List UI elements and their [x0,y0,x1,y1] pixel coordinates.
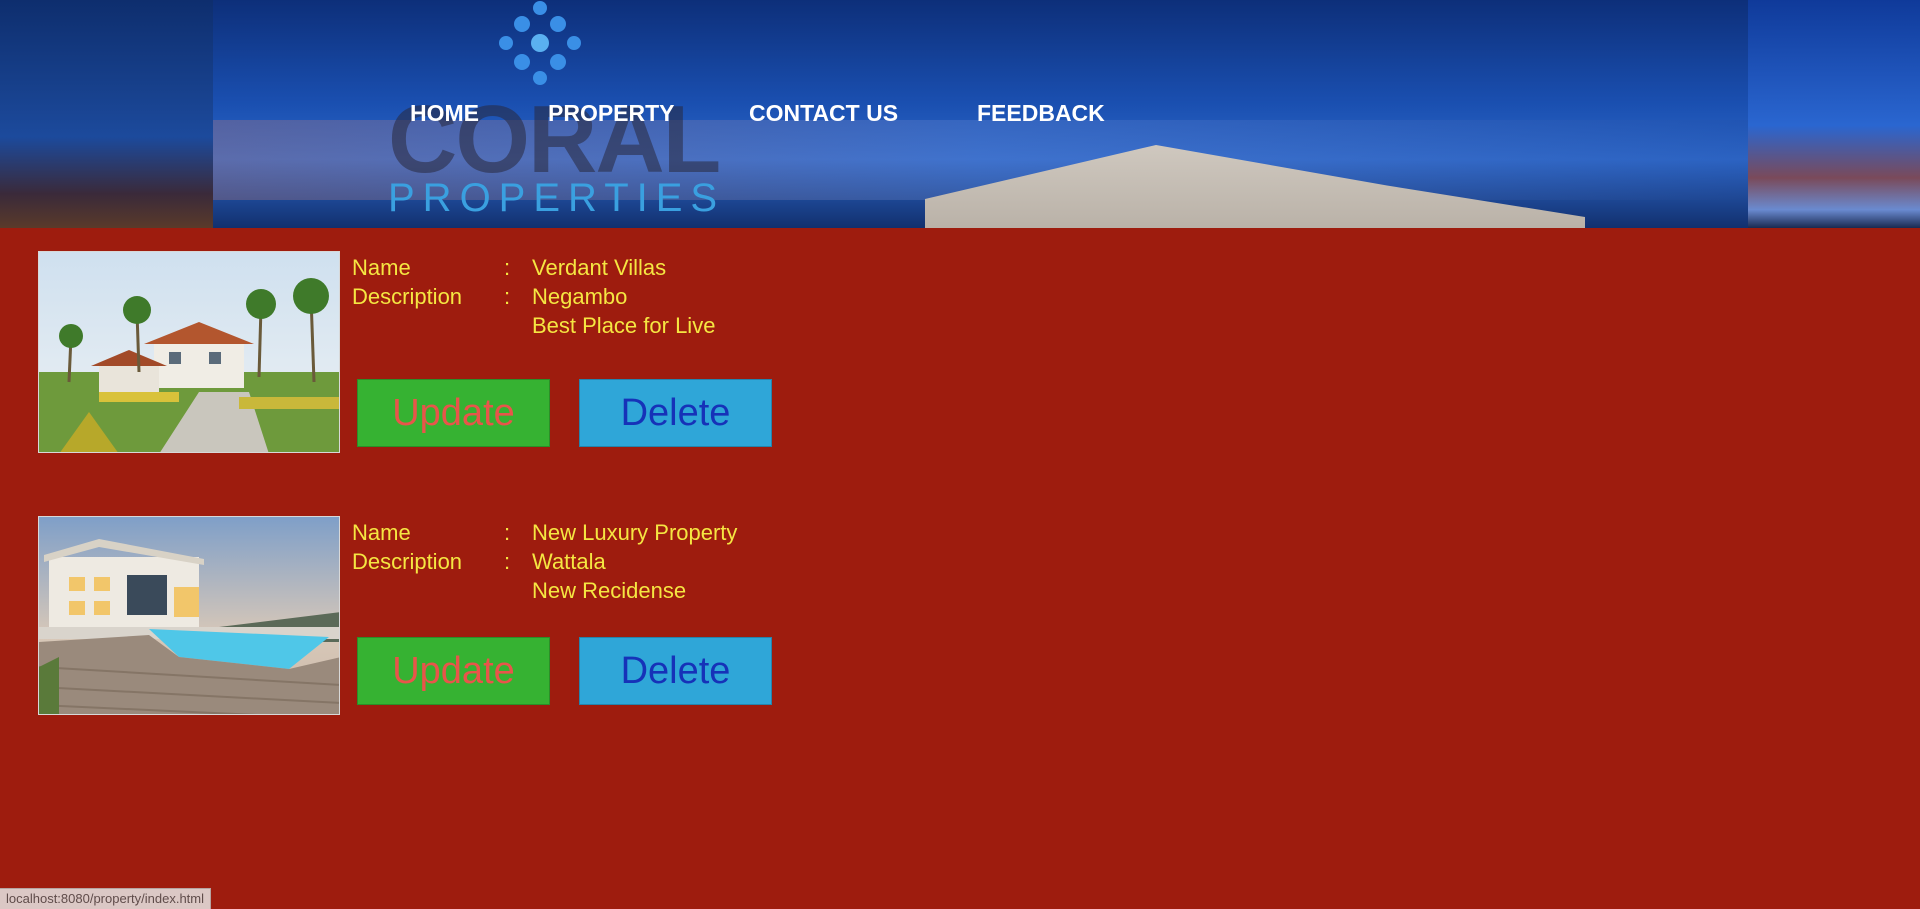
property-location: Wattala [532,549,606,574]
villa-photo [39,252,339,452]
description-label: Description [352,284,463,309]
description-label: Description [352,549,463,574]
property-image [38,251,340,453]
logo-mark-icon [499,1,581,85]
update-button[interactable]: Update [357,637,550,705]
update-button[interactable]: Update [357,379,550,447]
luxury-house-photo [39,517,339,714]
name-colon: : [504,520,511,545]
name-label: Name [352,520,411,545]
logo-text-properties: PROPERTIES [388,176,726,220]
property-description: New Recidense [532,578,687,603]
name-label: Name [352,255,411,280]
property-name: New Luxury Property [532,520,738,545]
property-description: Best Place for Live [532,313,716,338]
nav-home[interactable]: HOME [410,100,479,127]
status-bar-url: localhost:8080/property/index.html [0,888,212,909]
delete-button[interactable]: Delete [579,637,772,705]
header-background-right [1748,0,1920,228]
site-header: CORAL PROPERTIES HOME PROPERTY CONTACT U… [0,0,1920,228]
header-background-left [0,0,213,228]
description-colon: : [504,284,511,309]
nav-contact-us[interactable]: CONTACT US [749,100,898,127]
property-image [38,516,340,715]
delete-button[interactable]: Delete [579,379,772,447]
property-location: Negambo [532,284,628,309]
nav-feedback[interactable]: FEEDBACK [977,100,1105,127]
nav-property[interactable]: PROPERTY [548,100,675,127]
name-colon: : [504,255,511,280]
property-name: Verdant Villas [532,255,667,280]
description-colon: : [504,549,511,574]
